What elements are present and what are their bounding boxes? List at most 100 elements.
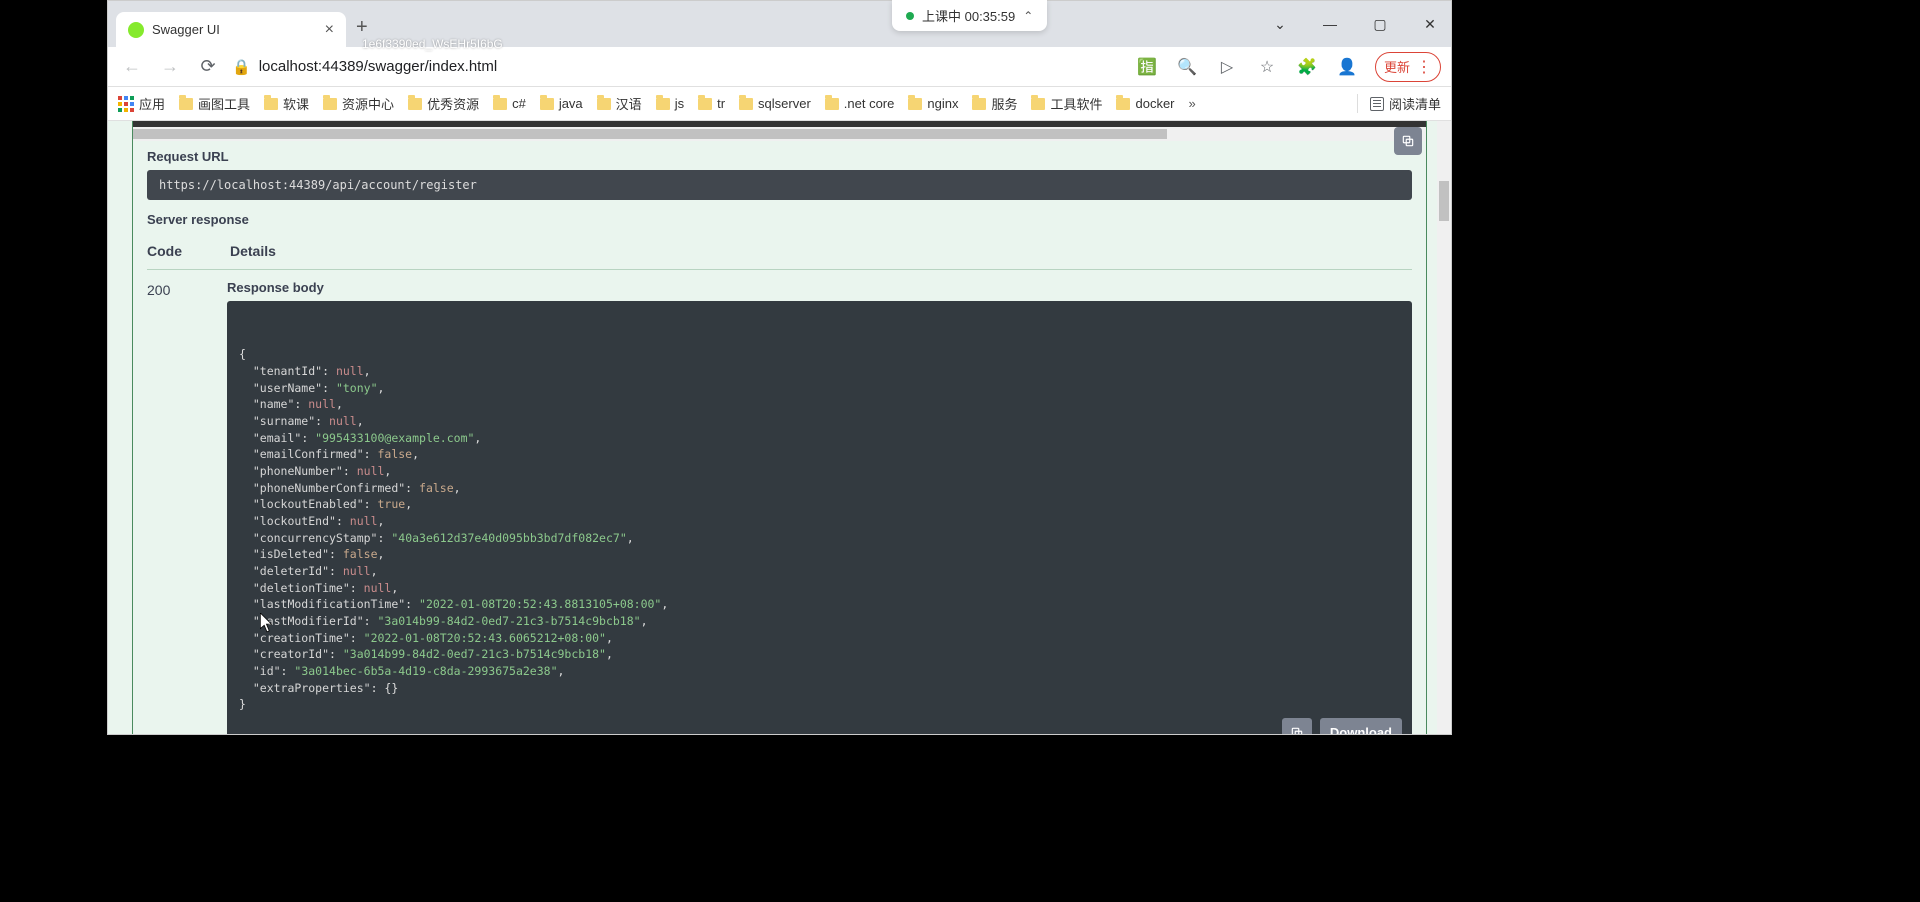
bookmark-label: 服务 <box>991 94 1017 113</box>
send-icon[interactable]: ▷ <box>1215 55 1239 79</box>
update-pill[interactable]: 更新 ⋮ <box>1375 52 1441 82</box>
bookmark-item[interactable]: docker <box>1116 96 1174 111</box>
apps-icon <box>118 96 134 112</box>
details-col: Response body { "tenantId": null, "userN… <box>227 280 1412 734</box>
bookmark-item[interactable]: js <box>656 96 684 111</box>
bookmark-label: 资源中心 <box>342 94 394 113</box>
bookmark-item[interactable]: tr <box>698 96 725 111</box>
bookmark-item[interactable]: 资源中心 <box>323 94 394 113</box>
response-body-title: Response body <box>227 280 1412 295</box>
class-status-pill[interactable]: 上课中 00:35:59 ⌃ <box>892 0 1047 31</box>
folder-icon <box>1116 98 1130 110</box>
bookmark-item[interactable]: sqlserver <box>739 96 811 111</box>
details-header: Details <box>230 243 276 259</box>
bookmark-item[interactable]: .net core <box>825 96 895 111</box>
folder-icon <box>408 98 422 110</box>
folder-icon <box>825 98 839 110</box>
extensions-icon[interactable]: 🧩 <box>1295 55 1319 79</box>
translate-icon[interactable]: 🈯 <box>1135 55 1159 79</box>
folder-icon <box>493 98 507 110</box>
bookmark-item[interactable]: 服务 <box>972 94 1017 113</box>
new-tab-button[interactable]: + <box>356 16 368 39</box>
download-button[interactable]: Download <box>1320 718 1402 734</box>
apps-button[interactable]: 应用 <box>118 94 165 113</box>
folder-icon <box>323 98 337 110</box>
bookmark-item[interactable]: 软课 <box>264 94 309 113</box>
reload-icon[interactable]: ⟳ <box>194 53 222 81</box>
maximize-icon[interactable]: ▢ <box>1365 9 1395 39</box>
bookmark-label: 汉语 <box>616 94 642 113</box>
bookmark-label: 工具软件 <box>1050 94 1102 113</box>
folder-icon <box>540 98 554 110</box>
close-icon[interactable]: × <box>325 21 334 39</box>
bookmark-item[interactable]: 优秀资源 <box>408 94 479 113</box>
bookmark-label: tr <box>717 96 725 111</box>
bookmark-label: 优秀资源 <box>427 94 479 113</box>
star-icon[interactable]: ☆ <box>1255 55 1279 79</box>
address-right-icons: 🈯 🔍 ▷ ☆ 🧩 👤 更新 ⋮ <box>1135 52 1441 82</box>
v-scroll-thumb[interactable] <box>1439 181 1449 221</box>
tab-title: Swagger UI <box>152 22 317 37</box>
swagger-icon <box>128 22 144 38</box>
folder-icon <box>739 98 753 110</box>
copy-icon[interactable] <box>1394 127 1422 155</box>
folder-icon <box>264 98 278 110</box>
bookmark-label: docker <box>1135 96 1174 111</box>
bookmark-item[interactable]: c# <box>493 96 526 111</box>
folder-icon <box>597 98 611 110</box>
update-text: 更新 <box>1384 57 1410 76</box>
browser-tab[interactable]: Swagger UI × <box>116 12 346 47</box>
nav-back-icon[interactable]: ← <box>118 53 146 81</box>
folder-icon <box>179 98 193 110</box>
bookmark-label: java <box>559 96 583 111</box>
folder-icon <box>656 98 670 110</box>
bookmark-label: sqlserver <box>758 96 811 111</box>
bookmark-item[interactable]: 画图工具 <box>179 94 250 113</box>
bookmark-item[interactable]: nginx <box>908 96 958 111</box>
reading-list-label: 阅读清单 <box>1389 94 1441 113</box>
bookmarks-overflow[interactable]: » <box>1189 96 1196 111</box>
response-body-box[interactable]: { "tenantId": null, "userName": "tony", … <box>227 301 1412 734</box>
status-dot-icon <box>906 12 914 20</box>
bookmark-label: 画图工具 <box>198 94 250 113</box>
url-text: localhost:44389/swagger/index.html <box>259 58 497 75</box>
folder-icon <box>698 98 712 110</box>
status-code: 200 <box>147 280 187 298</box>
profile-avatar-icon[interactable]: 👤 <box>1335 55 1359 79</box>
browser-window: Swagger UI × + 1e6f3390ed_WsEHr5I6bG ⌄ —… <box>107 0 1452 735</box>
nav-forward-icon[interactable]: → <box>156 53 184 81</box>
folder-icon <box>1031 98 1045 110</box>
h-scroll-thumb[interactable] <box>133 129 1167 139</box>
bookmark-item[interactable]: 汉语 <box>597 94 642 113</box>
request-url-title: Request URL <box>147 149 1412 164</box>
bookmark-item[interactable]: 工具软件 <box>1031 94 1102 113</box>
vertical-scrollbar[interactable] <box>1437 121 1451 734</box>
copy-response-icon[interactable] <box>1282 718 1312 734</box>
response-row: 200 Response body { "tenantId": null, "u… <box>147 280 1412 734</box>
bookmarks-bar: 应用 画图工具 软课 资源中心 优秀资源 c# java 汉语 js tr sqlserver .n… <box>108 87 1451 121</box>
bookmark-label: 软课 <box>283 94 309 113</box>
bookmark-label: nginx <box>927 96 958 111</box>
reading-list-button[interactable]: 阅读清单 <box>1357 94 1441 113</box>
zoom-icon[interactable]: 🔍 <box>1175 55 1199 79</box>
reading-list-icon <box>1370 97 1384 111</box>
page-content: Request URL https://localhost:44389/api/… <box>108 121 1451 734</box>
minimize-icon[interactable]: — <box>1315 9 1345 39</box>
apps-label: 应用 <box>139 94 165 113</box>
server-response-title: Server response <box>147 212 1412 227</box>
url-input[interactable]: 🔒 localhost:44389/swagger/index.html <box>232 58 1125 76</box>
horizontal-scrollbar[interactable] <box>133 127 1426 141</box>
swagger-panel: Request URL https://localhost:44389/api/… <box>132 121 1427 734</box>
close-window-icon[interactable]: ✕ <box>1415 9 1445 39</box>
request-url-box: https://localhost:44389/api/account/regi… <box>147 170 1412 200</box>
folder-icon <box>972 98 986 110</box>
bookmark-item[interactable]: java <box>540 96 583 111</box>
response-actions: Download <box>1282 718 1402 734</box>
lock-icon: 🔒 <box>232 58 251 76</box>
address-bar: ← → ⟳ 🔒 localhost:44389/swagger/index.ht… <box>108 47 1451 87</box>
status-text: 上课中 00:35:59 <box>922 6 1015 25</box>
bookmark-label: js <box>675 96 684 111</box>
response-table-header: Code Details <box>147 233 1412 270</box>
code-header: Code <box>147 243 182 259</box>
chevron-down-icon[interactable]: ⌄ <box>1265 9 1295 39</box>
